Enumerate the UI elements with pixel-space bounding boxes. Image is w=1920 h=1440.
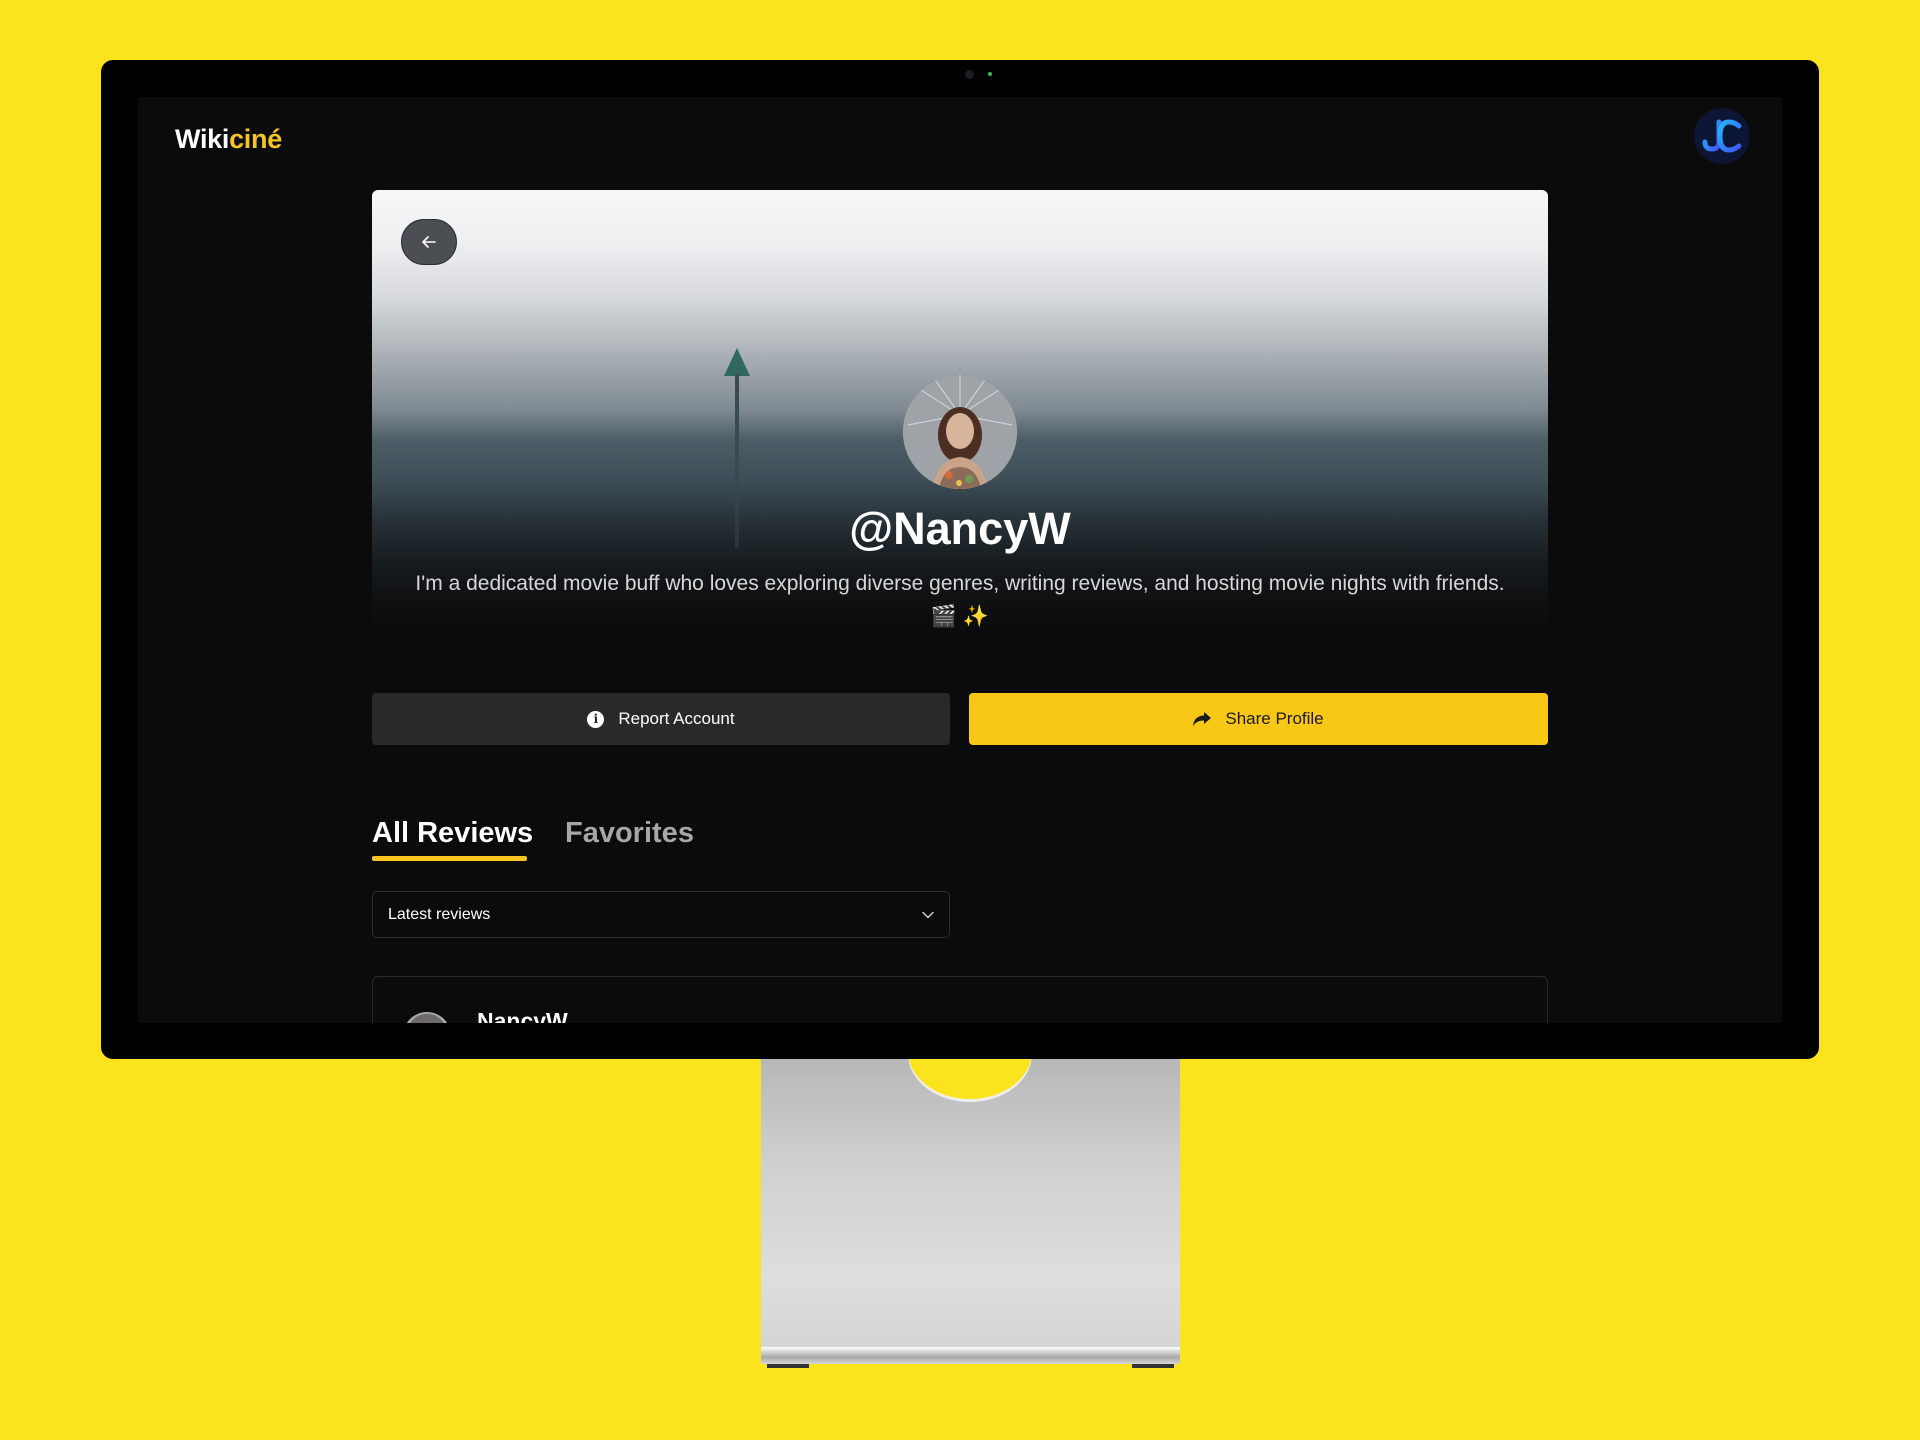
info-icon: i	[587, 710, 605, 728]
camera-led	[988, 72, 992, 76]
review-card[interactable]: NancyW	[372, 976, 1548, 1023]
camera-icon	[965, 70, 974, 79]
tab-favorites[interactable]: Favorites	[565, 817, 694, 850]
active-tab-indicator	[372, 856, 527, 861]
share-profile-button[interactable]: Share Profile	[969, 693, 1548, 745]
share-arrow-icon	[1193, 712, 1212, 726]
stand-base	[761, 1347, 1180, 1368]
share-profile-label: Share Profile	[1225, 709, 1324, 728]
user-avatar-logo-icon	[1702, 119, 1742, 153]
back-button[interactable]	[401, 219, 457, 265]
profile-photo	[903, 375, 1017, 489]
report-account-button[interactable]: i Report Account	[372, 693, 950, 745]
brand-logo[interactable]: Wikiciné	[175, 124, 282, 155]
arrow-left-icon	[422, 236, 436, 248]
brand-name-main: Wiki	[175, 124, 230, 154]
brand-name-accent: ciné	[229, 124, 282, 154]
profile-avatar	[903, 375, 1017, 489]
profile-username: @NancyW	[849, 503, 1071, 554]
report-account-label: Report Account	[618, 709, 735, 728]
user-avatar[interactable]	[1694, 108, 1750, 164]
monitor-stand	[761, 1059, 1180, 1349]
sort-reviews-select[interactable]: Latest reviews	[372, 891, 950, 938]
sort-selected-value: Latest reviews	[388, 905, 491, 923]
profile-cover: @NancyW I'm a dedicated movie buff who l…	[372, 190, 1548, 629]
review-avatar	[403, 1012, 451, 1023]
chevron-down-icon	[922, 911, 934, 918]
review-username: NancyW	[477, 1008, 568, 1023]
profile-bio: I'm a dedicated movie buff who loves exp…	[415, 572, 1505, 628]
app-screen: Wikiciné @NancyW I'm a dedicated movie b…	[138, 97, 1782, 1023]
tab-all-reviews[interactable]: All Reviews	[372, 817, 533, 850]
